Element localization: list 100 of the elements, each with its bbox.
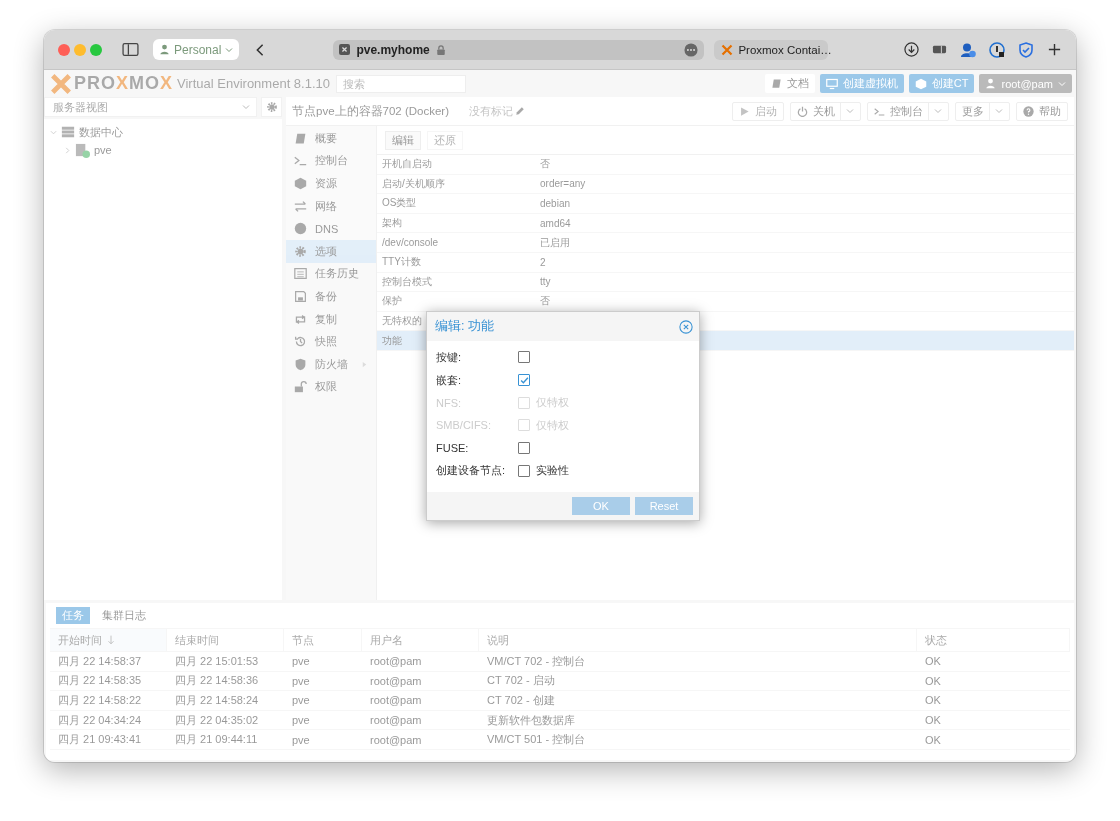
action-button[interactable]: 更多 [955,101,1010,121]
chevron-down-icon [1058,79,1066,88]
sort-down-icon [106,635,116,645]
nav-item[interactable]: 资源 [286,172,376,195]
user-menu-button[interactable]: root@pam [979,74,1072,93]
header-button[interactable]: 创建CT [908,74,975,93]
plus-icon[interactable] [1047,42,1062,57]
chevron-down-icon [225,45,234,54]
checkbox[interactable] [518,464,530,477]
lock-icon [435,44,446,55]
nav-item[interactable]: 控制台 [286,149,376,173]
user-icon [985,78,997,89]
header-button[interactable]: 创建虚拟机 [819,74,904,93]
profile-button[interactable]: Personal [153,39,240,60]
play-icon [739,105,750,117]
table-cell: root@pam [362,691,479,711]
server-online-icon [75,142,90,158]
nav-item[interactable]: 网络 [286,194,376,218]
column-header[interactable]: 用户名 [362,628,479,652]
exchange-icon [294,199,307,213]
table-cell: 四月 21 09:44:11 [167,730,284,750]
check-icon [519,375,529,385]
table-cell: 四月 22 04:35:02 [167,710,284,731]
table-cell: 四月 22 14:58:37 [50,652,167,672]
table-cell: 更新软件包数据库 [479,710,917,731]
book-icon [770,78,782,89]
field-label: FUSE: [436,442,470,455]
field-label: 嵌套: [436,372,463,388]
checkbox[interactable] [518,374,530,387]
shield-icon [294,357,307,371]
nav-item[interactable]: 复制 [286,307,376,331]
table-cell: pve [284,691,362,711]
option-row[interactable]: 控制台模式 tty [377,272,1074,293]
logo-text: PROXMOX [74,73,174,94]
action-button[interactable]: 帮助 [1016,101,1068,121]
tree-item[interactable]: pve [94,144,112,156]
table-cell: pve [284,652,362,672]
table-cell: root@pam [362,730,479,750]
nav-item[interactable]: 快照 [286,330,376,353]
log-tab[interactable]: 集群日志 [96,607,152,624]
column-header[interactable]: 开始时间 [50,628,167,652]
close-icon[interactable] [679,319,693,334]
table-cell: 四月 21 09:43:41 [50,730,167,750]
option-row[interactable]: 启动/关机顺序 order=any [377,174,1074,195]
pencil-icon[interactable] [515,106,525,116]
header-button[interactable]: 文档 [764,74,815,93]
nav-item[interactable]: 备份 [286,285,376,308]
sidebar-icon[interactable] [122,41,139,58]
option-row[interactable]: 架构 amd64 [377,213,1074,234]
table-cell: OK [917,652,1070,672]
table-cell: CT 702 - 创建 [479,691,917,711]
password-icon[interactable] [989,41,1005,58]
toolbar-button[interactable]: 编辑 [385,130,421,150]
nav-item[interactable]: 权限 [286,375,376,399]
table-cell: 四月 22 04:34:24 [50,710,167,731]
table-cell: 四月 22 14:58:22 [50,691,167,711]
table-cell: CT 702 - 启动 [479,671,917,692]
action-button[interactable]: 控制台 [867,101,949,121]
checkbox[interactable] [518,351,530,364]
nav-item[interactable]: 防火墙 [286,352,376,376]
table-cell: VM/CT 501 - 控制台 [479,730,917,750]
column-header[interactable]: 结束时间 [167,628,284,652]
settings-icon [265,101,278,113]
shield-check-icon[interactable] [1018,41,1034,58]
option-row[interactable]: OS类型 debian [377,194,1074,214]
column-header[interactable]: 状态 [917,628,1070,652]
table-cell: OK [917,730,1070,750]
action-button[interactable]: 关机 [790,101,861,121]
close-button[interactable] [58,43,70,56]
nav-item[interactable]: 任务历史 [286,262,376,286]
view-selector[interactable]: 服务器视图 [44,97,257,117]
chevron-down-icon [242,103,250,111]
table-cell: root@pam [362,671,479,692]
column-header[interactable]: 节点 [284,628,362,652]
gear-icon [294,244,307,258]
table-cell: root@pam [362,710,479,731]
address-bar[interactable]: pve.myhome [333,39,705,60]
download-icon[interactable] [904,42,919,57]
table-cell: root@pam [362,652,479,672]
option-row[interactable]: /dev/console 已启用 [377,233,1074,253]
browser-tab[interactable]: Proxmox Contai… [714,39,829,60]
table-cell: 四月 22 14:58:36 [167,671,284,692]
option-row[interactable]: TTY计数 2 [377,252,1074,273]
nav-item[interactable]: DNS [286,217,376,240]
table-cell: 四月 22 15:01:53 [167,652,284,672]
chevron-down-icon [934,107,942,115]
search-field[interactable]: 搜索 [336,74,466,93]
chevron-down-icon [995,107,1003,115]
tree-item[interactable]: 数据中心 [79,124,123,140]
log-tab[interactable]: 任务 [56,607,90,624]
checkbox[interactable] [518,442,530,455]
power-icon [797,105,808,117]
nav-item[interactable]: 选项 [286,239,376,263]
settings-button[interactable] [261,97,282,117]
table-cell: pve [284,730,362,750]
user-plus-icon[interactable] [960,41,976,58]
more-icon[interactable] [684,42,699,57]
nav-item[interactable]: 概要 [286,127,376,150]
option-row[interactable]: 开机自启动 否 [377,155,1074,175]
column-header[interactable]: 说明 [479,628,917,652]
